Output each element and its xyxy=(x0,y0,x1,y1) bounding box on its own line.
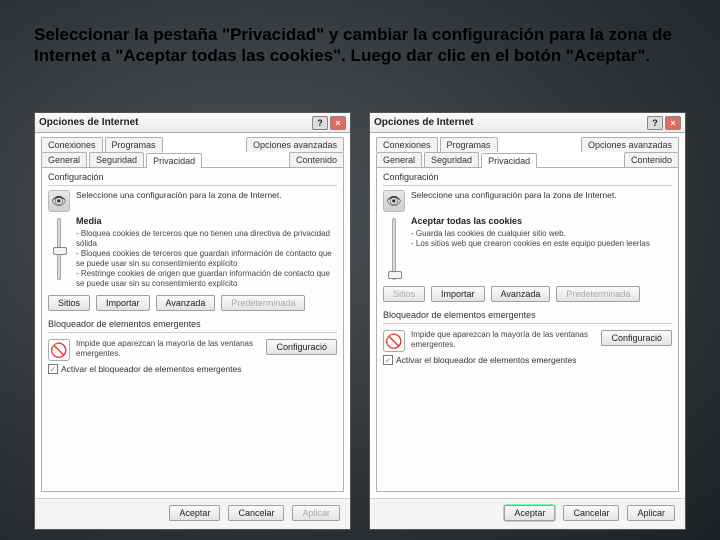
window-title: Opciones de Internet xyxy=(374,117,473,128)
tab-opciones-avanzadas[interactable]: Opciones avanzadas xyxy=(246,137,344,152)
privacy-slider[interactable] xyxy=(392,218,396,280)
cancelar-button[interactable]: Cancelar xyxy=(228,505,284,521)
divider xyxy=(48,185,337,186)
activate-popup-blocker-label: Activar el bloqueador de elementos emerg… xyxy=(396,355,577,365)
popup-desc: Impide que aparezcan la mayoría de las v… xyxy=(76,339,260,358)
tab-general[interactable]: General xyxy=(376,152,422,167)
sitios-button: Sitios xyxy=(383,286,425,302)
importar-button[interactable]: Importar xyxy=(431,286,485,302)
divider xyxy=(383,323,672,324)
slider-thumb[interactable] xyxy=(53,247,67,255)
tab-conexiones[interactable]: Conexiones xyxy=(41,137,103,152)
aceptar-button[interactable]: Aceptar xyxy=(169,505,220,521)
titlebar: Opciones de Internet ? × xyxy=(35,113,350,133)
privacy-level-title: Aceptar todas las cookies xyxy=(411,216,672,227)
activate-popup-blocker-checkbox[interactable]: ✓ xyxy=(383,355,393,365)
tab-seguridad[interactable]: Seguridad xyxy=(89,152,144,167)
tab-contenido[interactable]: Contenido xyxy=(289,152,344,167)
tabs: Conexiones Programas Opciones avanzadas … xyxy=(370,133,685,167)
dialog-footer: Aceptar Cancelar Aplicar xyxy=(35,498,350,529)
divider xyxy=(383,185,672,186)
activate-popup-blocker-label: Activar el bloqueador de elementos emerg… xyxy=(61,364,242,374)
avanzada-button[interactable]: Avanzada xyxy=(156,295,216,311)
config-description: Seleccione una configuración para la zon… xyxy=(76,190,282,212)
aplicar-button: Aplicar xyxy=(292,505,340,521)
group-popup-label: Bloqueador de elementos emergentes xyxy=(48,319,337,329)
privacy-level-title: Media xyxy=(76,216,337,227)
internet-options-dialog-after: Opciones de Internet ? × Conexiones Prog… xyxy=(369,112,686,530)
sitios-button[interactable]: Sitios xyxy=(48,295,90,311)
privacy-slider[interactable] xyxy=(57,218,61,280)
tab-seguridad[interactable]: Seguridad xyxy=(424,152,479,167)
dialog-footer: Aceptar Cancelar Aplicar xyxy=(370,498,685,529)
activate-popup-blocker-checkbox[interactable]: ✓ xyxy=(48,364,58,374)
group-config-label: Configuración xyxy=(48,172,337,182)
predeterminada-button: Predeterminada xyxy=(221,295,305,311)
tab-general[interactable]: General xyxy=(41,152,87,167)
tabs: Conexiones Programas Opciones avanzadas … xyxy=(35,133,350,167)
config-description: Seleccione una configuración para la zon… xyxy=(411,190,617,212)
popup-block-icon: 🚫 xyxy=(48,339,70,361)
privacy-level-desc: - Guarda las cookies de cualquier sitio … xyxy=(411,229,672,249)
help-icon[interactable]: ? xyxy=(647,116,663,130)
instruction-text: Seleccionar la pestaña "Privacidad" y ca… xyxy=(34,24,686,67)
tab-conexiones[interactable]: Conexiones xyxy=(376,137,438,152)
help-icon[interactable]: ? xyxy=(312,116,328,130)
predeterminada-button: Predeterminada xyxy=(556,286,640,302)
close-icon[interactable]: × xyxy=(330,116,346,130)
tab-programas[interactable]: Programas xyxy=(440,137,498,152)
privacy-level-desc: - Bloquea cookies de terceros que no tie… xyxy=(76,229,337,289)
divider xyxy=(48,332,337,333)
cancelar-button[interactable]: Cancelar xyxy=(563,505,619,521)
aceptar-button[interactable]: Aceptar xyxy=(504,505,555,521)
internet-options-dialog-before: Opciones de Internet ? × Conexiones Prog… xyxy=(34,112,351,530)
slider-thumb[interactable] xyxy=(388,271,402,279)
tab-contenido[interactable]: Contenido xyxy=(624,152,679,167)
importar-button[interactable]: Importar xyxy=(96,295,150,311)
group-config-label: Configuración xyxy=(383,172,672,182)
privacy-globe-icon: 👁 xyxy=(48,190,70,212)
close-icon[interactable]: × xyxy=(665,116,681,130)
popup-block-icon: 🚫 xyxy=(383,330,405,352)
window-title: Opciones de Internet xyxy=(39,117,138,128)
popup-config-button[interactable]: Configuració xyxy=(266,339,337,355)
privacy-globe-icon: 👁 xyxy=(383,190,405,212)
avanzada-button[interactable]: Avanzada xyxy=(491,286,551,302)
tab-opciones-avanzadas[interactable]: Opciones avanzadas xyxy=(581,137,679,152)
tab-programas[interactable]: Programas xyxy=(105,137,163,152)
tab-panel: Configuración 👁 Seleccione una configura… xyxy=(376,167,679,492)
titlebar: Opciones de Internet ? × xyxy=(370,113,685,133)
group-popup-label: Bloqueador de elementos emergentes xyxy=(383,310,672,320)
tab-privacidad[interactable]: Privacidad xyxy=(481,153,537,168)
tab-panel: Configuración 👁 Seleccione una configura… xyxy=(41,167,344,492)
popup-config-button[interactable]: Configuració xyxy=(601,330,672,346)
aplicar-button[interactable]: Aplicar xyxy=(627,505,675,521)
popup-desc: Impide que aparezcan la mayoría de las v… xyxy=(411,330,595,349)
dialog-pair: Opciones de Internet ? × Conexiones Prog… xyxy=(34,112,686,530)
tab-privacidad[interactable]: Privacidad xyxy=(146,153,202,168)
